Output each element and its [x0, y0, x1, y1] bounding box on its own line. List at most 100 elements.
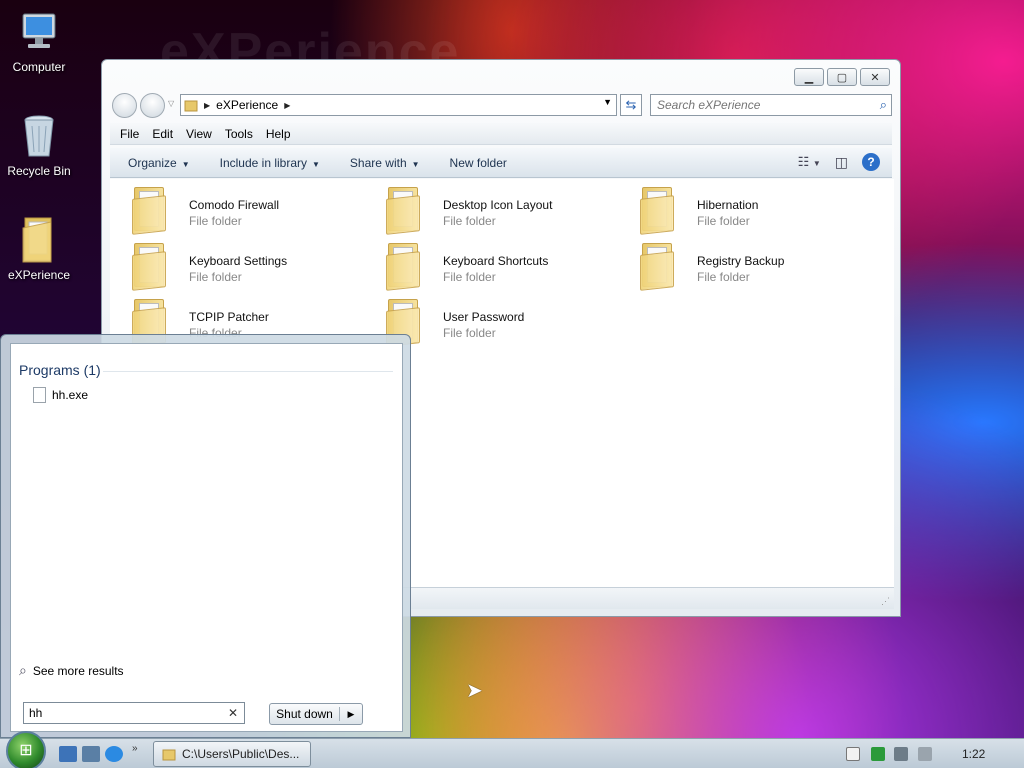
new-folder-button[interactable]: New folder [450, 156, 507, 170]
desktop-icon-computer[interactable]: Computer [0, 8, 78, 74]
recycle-bin-icon [24, 115, 54, 157]
folder-icon [640, 243, 676, 291]
folder-icon [184, 100, 198, 112]
item-type: File folder [443, 270, 496, 284]
menu-tools[interactable]: Tools [225, 127, 253, 141]
internet-explorer-icon[interactable] [105, 746, 123, 762]
list-item[interactable]: Desktop Icon Layout File folder [372, 183, 626, 235]
item-name: Keyboard Shortcuts [443, 254, 549, 268]
shut-down-label: Shut down [270, 707, 340, 721]
close-icon: ✕ [870, 71, 880, 84]
resize-grip-icon[interactable]: ⋰ [881, 596, 890, 607]
folder-icon [386, 243, 422, 291]
menu-edit[interactable]: Edit [152, 127, 173, 141]
desktop-icon-recycle-bin[interactable]: Recycle Bin [0, 112, 78, 178]
minimize-button[interactable]: ▁ [794, 68, 824, 86]
list-item[interactable]: Comodo Firewall File folder [118, 183, 372, 235]
item-type: File folder [189, 270, 242, 284]
taskbar: ⊞ » C:\Users\Public\Des... 1:22 [0, 731, 1024, 768]
breadcrumb-arrow-icon[interactable]: ▶ [284, 101, 290, 110]
shut-down-options-arrow-icon[interactable]: ▶ [340, 709, 362, 720]
address-dropdown-icon[interactable]: ▼ [603, 97, 612, 107]
program-label: hh.exe [52, 388, 89, 402]
close-button[interactable]: ✕ [860, 68, 890, 86]
menu-help[interactable]: Help [266, 127, 291, 141]
program-result[interactable]: hh.exe [33, 387, 88, 403]
windows-logo-icon: ⊞ [19, 742, 33, 759]
item-type: File folder [189, 214, 242, 228]
navigation-row: ▽ ▶ eXPerience ▶ ▼ ⇆ ⌕ [110, 92, 892, 118]
item-type: File folder [697, 214, 750, 228]
switch-windows-icon[interactable] [82, 746, 100, 762]
menu-view[interactable]: View [186, 127, 212, 141]
preview-pane-button[interactable]: ◫ [835, 154, 848, 171]
menu-file[interactable]: File [120, 127, 139, 141]
volume-muted-icon[interactable] [918, 747, 932, 761]
network-icon[interactable] [894, 747, 908, 761]
include-in-library-label: Include in library [219, 155, 307, 170]
section-title: Programs (1) [19, 362, 101, 378]
organize-button[interactable]: Organize ▼ [128, 156, 190, 170]
share-with-label: Share with [349, 155, 407, 170]
folder-icon [132, 187, 168, 235]
search-results-panel: Programs (1) hh.exe ⌕ See more results ✕… [10, 343, 403, 732]
start-button[interactable]: ⊞ [6, 731, 46, 768]
breadcrumb-arrow-icon[interactable]: ▶ [204, 101, 210, 110]
include-in-library-button[interactable]: Include in library ▼ [220, 156, 320, 170]
chevron-down-icon: ▼ [312, 159, 320, 169]
minimize-icon: ▁ [804, 71, 814, 84]
back-button[interactable] [112, 93, 137, 118]
folder-icon [162, 749, 176, 761]
search-input[interactable] [657, 96, 867, 114]
list-item[interactable]: Keyboard Settings File folder [118, 239, 372, 291]
desktop-icon-experience[interactable]: eXPerience [0, 216, 78, 282]
see-more-label: See more results [32, 663, 124, 678]
folder-icon [22, 217, 52, 263]
breadcrumb-item[interactable]: eXPerience [216, 98, 278, 112]
list-item[interactable]: Keyboard Shortcuts File folder [372, 239, 626, 291]
clock[interactable]: 1:22 [962, 747, 985, 761]
start-search-box[interactable]: ✕ [23, 702, 245, 724]
command-bar-right: ☷ ▼ ◫ ? [798, 153, 880, 171]
desktop-icon-label: eXPerience [7, 268, 71, 282]
folder-icon [132, 243, 168, 291]
chevron-down-icon: ▼ [411, 159, 420, 169]
search-box[interactable]: ⌕ [650, 94, 892, 116]
maximize-button[interactable]: ▢ [827, 68, 857, 86]
desktop-icon-label: Computer [12, 60, 66, 74]
share-with-button[interactable]: Share with ▼ [350, 156, 420, 170]
notepad-tray-icon[interactable] [846, 747, 860, 761]
menu-bar: File Edit View Tools Help [110, 123, 892, 145]
security-shield-icon[interactable] [871, 747, 885, 761]
forward-button[interactable] [140, 93, 165, 118]
search-icon[interactable]: ⌕ [880, 97, 887, 113]
item-name: TCPIP Patcher [189, 310, 269, 324]
taskbar-button-explorer[interactable]: C:\Users\Public\Des... [153, 741, 311, 767]
caption-buttons: ▁ ▢ ✕ [794, 68, 890, 86]
see-more-results-link[interactable]: ⌕ See more results [19, 662, 124, 679]
clear-search-icon[interactable]: ✕ [228, 706, 238, 720]
change-view-button[interactable]: ☷ ▼ [798, 154, 821, 170]
folder-icon [386, 187, 422, 235]
quick-launch-overflow-icon[interactable]: » [132, 743, 138, 754]
list-item[interactable]: Hibernation File folder [626, 183, 880, 235]
search-icon: ⌕ [19, 662, 27, 678]
item-name: Hibernation [697, 198, 759, 212]
help-button[interactable]: ? [862, 153, 880, 171]
section-divider [103, 371, 393, 372]
shut-down-button[interactable]: Shut down ▶ [269, 703, 363, 725]
item-name: Keyboard Settings [189, 254, 288, 268]
address-bar[interactable]: ▶ eXPerience ▶ ▼ [180, 94, 617, 116]
item-name: Registry Backup [697, 254, 785, 268]
item-type: File folder [443, 326, 496, 340]
list-item[interactable]: Registry Backup File folder [626, 239, 880, 291]
show-desktop-icon[interactable] [59, 746, 77, 762]
computer-icon [22, 13, 56, 48]
item-name: User Password [443, 310, 525, 324]
recent-pages-chevron-icon[interactable]: ▽ [168, 99, 174, 108]
refresh-button[interactable]: ⇆ [620, 94, 642, 116]
taskbar-button-label: C:\Users\Public\Des... [182, 747, 300, 761]
start-search-input[interactable] [29, 704, 219, 722]
command-bar: Organize ▼ Include in library ▼ Share with… [110, 148, 892, 178]
item-type: File folder [443, 214, 496, 228]
